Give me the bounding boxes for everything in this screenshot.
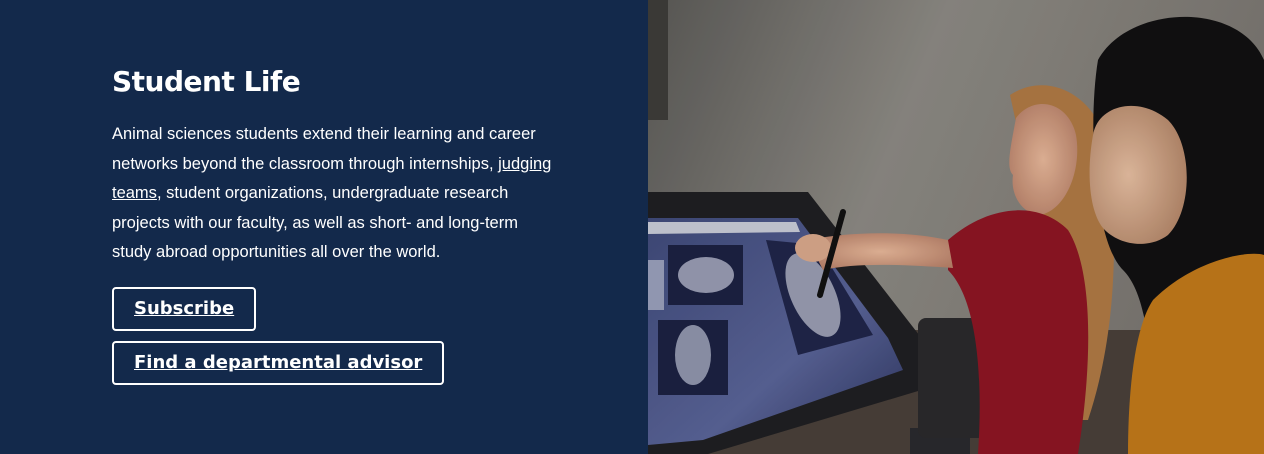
student-life-panel: Student Life Animal sciences students ex…	[0, 0, 648, 454]
find-advisor-button[interactable]: Find a departmental advisor	[112, 341, 445, 385]
subscribe-button[interactable]: Subscribe	[112, 287, 257, 331]
description-text-start: Animal sciences students extend their le…	[112, 125, 536, 173]
section-description: Animal sciences students extend their le…	[112, 120, 552, 268]
student-life-content: Student Life Animal sciences students ex…	[112, 64, 552, 268]
section-title: Student Life	[112, 65, 301, 98]
description-text-end: , student organizations, undergraduate r…	[112, 184, 518, 261]
students-at-monitor-photo	[648, 0, 1264, 454]
